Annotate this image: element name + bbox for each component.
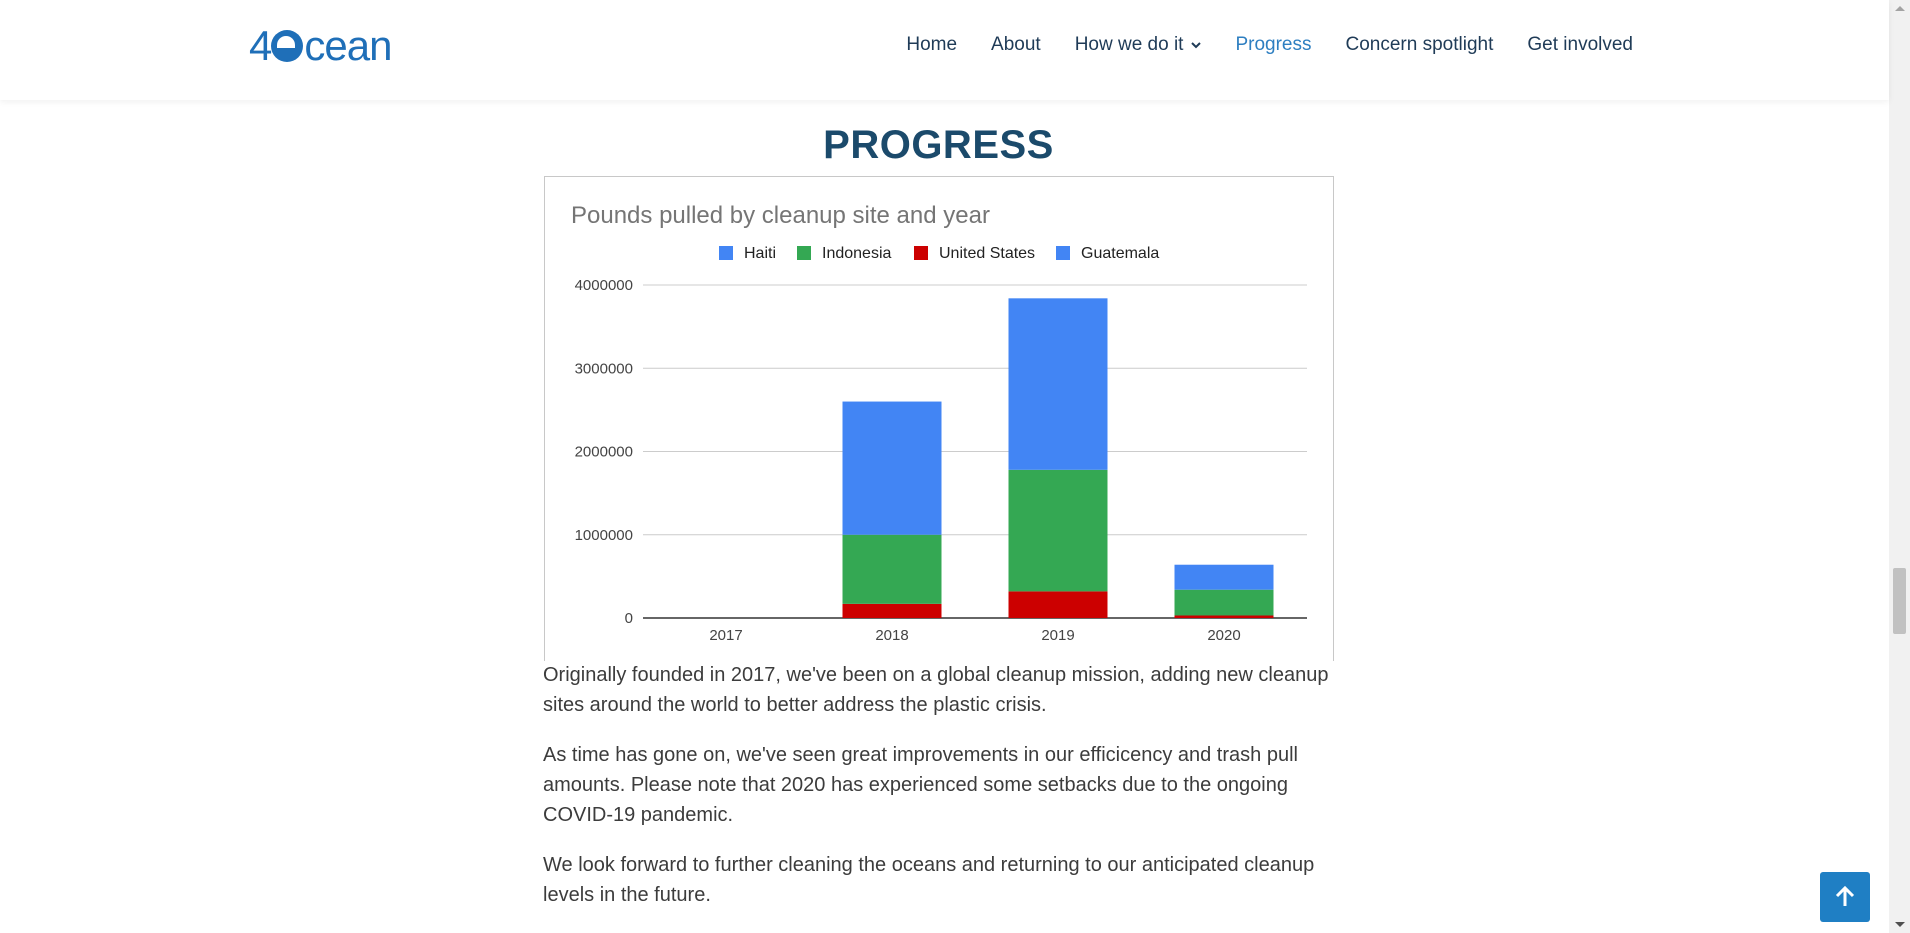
paragraph-2: As time has gone on, we've seen great im… [543, 744, 1298, 826]
legend-swatch-haiti [719, 246, 733, 260]
legend-label-guatemala: Guatemala [1081, 245, 1159, 262]
page-title: PROGRESS [823, 122, 1054, 167]
x-tick-label-2019: 2019 [1041, 627, 1074, 644]
bar-2020-united-states [1174, 615, 1274, 618]
logo[interactable]: 4 cean [249, 22, 392, 69]
paragraph-3: We look forward to further cleaning the … [543, 854, 1315, 906]
y-tick-label-4000000: 4000000 [575, 277, 633, 294]
nav-home-label: Home [906, 34, 958, 55]
legend-swatch-indonesia [797, 246, 811, 260]
legend-label-united-states: United States [939, 245, 1035, 262]
scrollbar[interactable] [1889, 0, 1910, 933]
back-to-top-button[interactable] [1820, 872, 1870, 922]
nav-progress[interactable]: Progress [1235, 34, 1311, 56]
bar-2018-haiti [842, 401, 942, 535]
bar-2020-haiti [1174, 564, 1274, 590]
scroll-thumb[interactable] [1893, 568, 1906, 634]
x-tick-label-2017: 2017 [709, 627, 742, 644]
scroll-down-arrow-icon[interactable] [1895, 922, 1905, 927]
bar-2019-united-states [1008, 591, 1108, 618]
nav-progress-label: Progress [1235, 34, 1312, 55]
chevron-down-icon [1191, 42, 1202, 49]
nav-how-we-do-it[interactable]: How we do it [1075, 34, 1202, 56]
nav-home[interactable]: Home [906, 34, 957, 56]
nav-concern-spotlight[interactable]: Concern spotlight [1346, 34, 1494, 56]
bar-2018-indonesia [842, 534, 942, 604]
x-tick-label-2018: 2018 [875, 627, 908, 644]
nav-how-we-do-it-label: How we do it [1074, 34, 1184, 55]
legend-label-indonesia: Indonesia [822, 245, 891, 262]
logo-digit: 4 [249, 22, 272, 69]
bar-2019-indonesia [1008, 469, 1108, 592]
paragraph-1: Originally founded in 2017, we've been o… [543, 664, 1329, 716]
nav-concern-spotlight-label: Concern spotlight [1345, 34, 1494, 55]
legend-swatch-united-states [914, 246, 928, 260]
chart-frame: Pounds pulled by cleanup site and year Ha… [544, 176, 1334, 661]
nav-about-label: About [991, 34, 1041, 55]
bar-2018-united-states [842, 603, 942, 618]
nav-get-involved-label: Get involved [1527, 34, 1633, 55]
logo-wordmark: cean [304, 22, 392, 69]
site-header: 4 cean Home About How we do it Progress C… [0, 0, 1889, 100]
page: 4 cean Home About How we do it Progress C… [0, 0, 1910, 933]
main-nav: Home About How we do it Progress Concern… [872, 34, 1633, 56]
y-tick-label-3000000: 3000000 [575, 360, 633, 377]
wave-icon [271, 30, 304, 62]
stacked-bar-chart: Pounds pulled by cleanup site and year Ha… [571, 202, 1307, 644]
arrow-up-icon [1835, 885, 1855, 906]
chart-title: Pounds pulled by cleanup site and year [571, 202, 990, 229]
scroll-up-arrow-icon[interactable] [1895, 6, 1905, 11]
legend-swatch-guatemala [1056, 246, 1070, 260]
y-tick-label-0: 0 [625, 610, 633, 627]
nav-get-involved[interactable]: Get involved [1527, 34, 1633, 56]
y-tick-label-2000000: 2000000 [575, 444, 633, 461]
legend-label-haiti: Haiti [744, 245, 776, 262]
x-tick-label-2020: 2020 [1207, 627, 1240, 644]
bar-2020-indonesia [1174, 589, 1274, 616]
body-copy: Originally founded in 2017, we've been o… [543, 660, 1343, 930]
bar-2019-haiti [1008, 298, 1108, 470]
nav-about[interactable]: About [991, 34, 1041, 56]
y-tick-label-1000000: 1000000 [575, 527, 633, 544]
